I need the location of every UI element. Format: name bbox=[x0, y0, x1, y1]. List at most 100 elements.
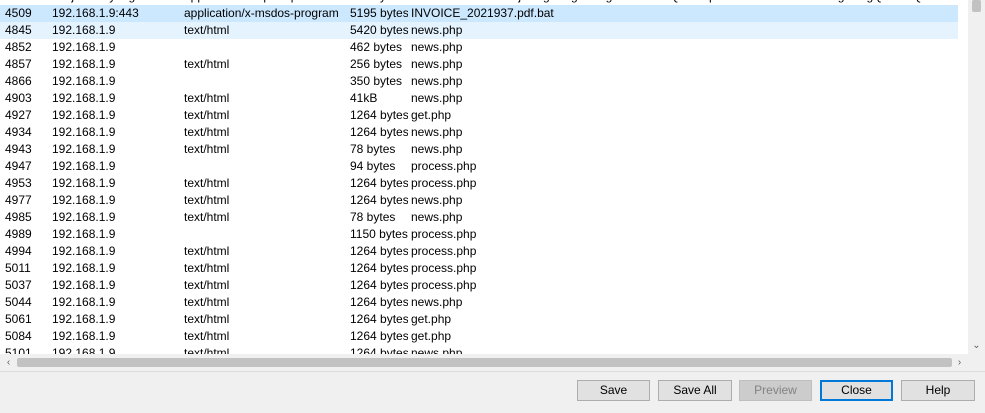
table-row[interactable]: 4927 192.168.1.9 text/html 1264 bytes get.ph… bbox=[0, 107, 958, 124]
vertical-scrollbar[interactable]: ⌄ bbox=[968, 0, 985, 354]
hostname-cell: 192.168.1.9 bbox=[52, 278, 116, 292]
filename-cell: news.php bbox=[411, 210, 463, 224]
chevron-down-icon[interactable]: ⌄ bbox=[968, 337, 985, 354]
content-type-cell: text/html bbox=[184, 278, 230, 292]
packet-number-cell: 5084 bbox=[5, 329, 32, 343]
horizontal-scrollbar[interactable]: ‹ › bbox=[0, 354, 968, 371]
hostname-cell: 192.168.1.9 bbox=[52, 227, 116, 241]
content-type-cell: text/html bbox=[184, 91, 230, 105]
packet-number-cell: 4994 bbox=[5, 244, 32, 258]
table-row[interactable]: 5084 192.168.1.9 text/html 1264 bytes get.ph… bbox=[0, 328, 958, 345]
filename-cell: news.php bbox=[411, 142, 463, 156]
table-row[interactable]: 5061 192.168.1.9 text/html 1264 bytes get.ph… bbox=[0, 311, 958, 328]
content-type-cell: text/html bbox=[184, 244, 230, 258]
filename-cell: get.php bbox=[411, 312, 452, 326]
hostname-cell: 192.168.1.9 bbox=[52, 244, 116, 258]
filename-cell: process.php bbox=[411, 278, 477, 292]
filename-cell: news.php bbox=[411, 74, 463, 88]
packet-number-cell: 4903 bbox=[5, 91, 32, 105]
packet-number-cell: 4934 bbox=[5, 125, 32, 139]
packet-number-cell: 4857 bbox=[5, 57, 32, 71]
content-type-cell: text/html bbox=[184, 193, 230, 207]
hostname-cell: 192.168.1.9 bbox=[52, 57, 116, 71]
hostname-cell: 192.168.1.9 bbox=[52, 295, 116, 309]
object-size-cell: 5420 bytes bbox=[350, 23, 408, 37]
hostname-cell: 192.168.1.9 bbox=[52, 329, 116, 343]
packet-number-cell: 4953 bbox=[5, 176, 32, 190]
object-size-cell: 256 bytes bbox=[350, 57, 403, 71]
close-button[interactable]: Close bbox=[820, 380, 893, 401]
content-type-cell: text/html bbox=[184, 261, 230, 275]
table-row[interactable]: 4509 192.168.1.9:443 application/x-msdos-p… bbox=[0, 5, 958, 22]
table-row[interactable]: 4934 192.168.1.9 text/html 1264 bytes news.p… bbox=[0, 124, 958, 141]
hostname-cell: 192.168.1.9:443 bbox=[52, 6, 139, 20]
table-row[interactable]: 4994 192.168.1.9 text/html 1264 bytes proces… bbox=[0, 243, 958, 260]
help-button[interactable]: Help bbox=[901, 380, 975, 401]
packet-number-cell: 4977 bbox=[5, 193, 32, 207]
object-size-cell: 1150 bytes bbox=[350, 227, 408, 241]
content-type-cell: text/html bbox=[184, 142, 230, 156]
content-type-cell: application/x-msdos-program bbox=[184, 6, 339, 20]
object-size-cell: 462 bytes bbox=[350, 40, 403, 54]
table-row[interactable]: 4866 192.168.1.9 350 bytes news.php bbox=[0, 73, 958, 90]
table-row[interactable]: 4977 192.168.1.9 text/html 1264 bytes news.p… bbox=[0, 192, 958, 209]
hostname-cell: 192.168.1.9 bbox=[52, 40, 116, 54]
hostname-cell: 192.168.1.9 bbox=[52, 91, 116, 105]
save-all-button[interactable]: Save All bbox=[658, 380, 732, 401]
packet-number-cell: 4852 bbox=[5, 40, 32, 54]
object-size-cell: 1264 bytes bbox=[350, 278, 408, 292]
packet-number-cell: 4947 bbox=[5, 159, 32, 173]
packet-number-cell: 4866 bbox=[5, 74, 32, 88]
filename-cell: INVOICE_2021937.pdf.bat bbox=[411, 6, 554, 20]
packet-number-cell: 4509 bbox=[5, 6, 32, 20]
filename-cell: process.php bbox=[411, 244, 477, 258]
preview-button[interactable]: Preview bbox=[739, 380, 812, 401]
hostname-cell: 192.168.1.9 bbox=[52, 125, 116, 139]
table-row[interactable]: 4852 192.168.1.9 462 bytes news.php bbox=[0, 39, 958, 56]
filename-cell: get.php bbox=[411, 108, 452, 122]
filename-cell: process.php bbox=[411, 159, 477, 173]
table-row[interactable]: 5011 192.168.1.9 text/html 1264 bytes proces… bbox=[0, 260, 958, 277]
scrollbar-corner bbox=[968, 354, 985, 371]
content-type-cell: text/html bbox=[184, 23, 230, 37]
table-row[interactable]: 4953 192.168.1.9 text/html 1264 bytes proces… bbox=[0, 175, 958, 192]
object-size-cell: 94 bytes bbox=[350, 159, 396, 173]
table-row[interactable]: 5044 192.168.1.9 text/html 1264 bytes news.p… bbox=[0, 294, 958, 311]
vertical-scroll-thumb[interactable] bbox=[972, 0, 981, 12]
table-row[interactable]: 5037 192.168.1.9 text/html 1264 bytes proces… bbox=[0, 277, 958, 294]
filename-cell: news.php bbox=[411, 57, 463, 71]
table-row[interactable]: 4857 192.168.1.9 text/html 256 bytes news.ph… bbox=[0, 56, 958, 73]
content-type-cell: text/html bbox=[184, 312, 230, 326]
filename-cell: news.php bbox=[411, 125, 463, 139]
table-row[interactable]: 4989 192.168.1.9 1150 bytes process.php bbox=[0, 226, 958, 243]
content-type-cell: text/html bbox=[184, 329, 230, 343]
export-objects-dialog: 4838usajudiciary.orgapplication/ocsp-res… bbox=[0, 0, 985, 413]
hostname-cell: 192.168.1.9 bbox=[52, 159, 116, 173]
hostname-cell: 192.168.1.9 bbox=[52, 312, 116, 326]
content-type-cell: text/html bbox=[184, 176, 230, 190]
table-row[interactable]: 4985 192.168.1.9 text/html 78 bytes news.php bbox=[0, 209, 958, 226]
object-size-cell: 1264 bytes bbox=[350, 176, 408, 190]
filename-cell: process.php bbox=[411, 261, 477, 275]
chevron-left-icon[interactable]: ‹ bbox=[0, 354, 17, 371]
filename-cell: news.php bbox=[411, 23, 463, 37]
object-list[interactable]: 4838usajudiciary.orgapplication/ocsp-res… bbox=[0, 0, 985, 372]
packet-number-cell: 5044 bbox=[5, 295, 32, 309]
packet-number-cell: 4985 bbox=[5, 210, 32, 224]
table-row[interactable]: 4903 192.168.1.9 text/html 41kB news.php bbox=[0, 90, 958, 107]
filename-cell: news.php bbox=[411, 193, 463, 207]
save-button[interactable]: Save bbox=[577, 380, 650, 401]
table-row[interactable]: 4845 192.168.1.9 text/html 5420 bytes news.p… bbox=[0, 22, 958, 39]
filename-cell: news.php bbox=[411, 40, 463, 54]
object-size-cell: 1264 bytes bbox=[350, 108, 408, 122]
table-row[interactable]: 4947 192.168.1.9 94 bytes process.php bbox=[0, 158, 958, 175]
object-size-cell: 1264 bytes bbox=[350, 244, 408, 258]
filename-cell: process.php bbox=[411, 227, 477, 241]
object-size-cell: 1264 bytes bbox=[350, 261, 408, 275]
object-size-cell: 1264 bytes bbox=[350, 312, 408, 326]
table-row[interactable]: 4943 192.168.1.9 text/html 78 bytes news.php bbox=[0, 141, 958, 158]
chevron-right-icon[interactable]: › bbox=[951, 354, 968, 371]
hostname-cell: 192.168.1.9 bbox=[52, 142, 116, 156]
object-list-rows: 4838usajudiciary.orgapplication/ocsp-res… bbox=[0, 0, 958, 362]
horizontal-scroll-thumb[interactable] bbox=[17, 358, 952, 367]
